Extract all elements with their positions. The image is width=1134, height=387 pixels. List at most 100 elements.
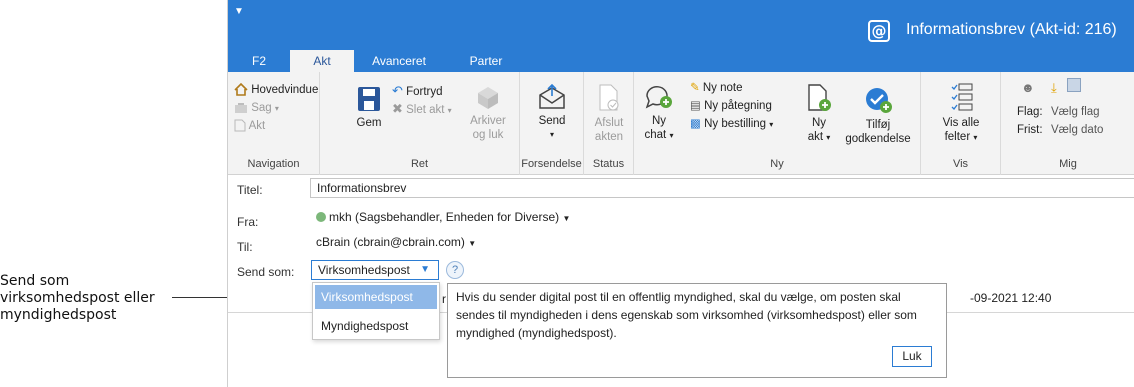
save-icon	[358, 87, 380, 111]
arkiver-button[interactable]: Arkiver og luk	[466, 84, 510, 142]
tab-akt[interactable]: Akt	[290, 50, 354, 72]
titel-input[interactable]: Informationsbrev	[310, 178, 1134, 198]
akt-button[interactable]: Akt	[234, 118, 265, 135]
group-ny: Ny chat ▾ ✎ Ny note ▤ Ny påtegning ▩ Ny …	[634, 72, 921, 175]
chevron-down-icon[interactable]: ▼	[420, 261, 430, 279]
ny-paategning-label: Ny påtegning	[704, 100, 772, 112]
archive-icon	[478, 87, 498, 109]
slet-akt-label: Slet akt	[406, 104, 445, 116]
til-dropdown-icon[interactable]: ▼	[468, 239, 476, 248]
group-label-ret: Ret	[410, 158, 429, 170]
list-fields-icon	[951, 83, 973, 111]
callout-line-3: myndighedspost	[0, 307, 117, 323]
fra-dropdown-icon[interactable]: ▼	[562, 214, 570, 223]
send-som-label: Send som:	[237, 265, 295, 279]
delete-icon: ✖	[392, 101, 403, 116]
window-title: Informationsbrev (Akt-id: 216)	[906, 21, 1117, 38]
group-label-mig: Mig	[1059, 158, 1077, 170]
finish-document-icon	[599, 84, 619, 111]
frist-label: Frist:	[1017, 124, 1043, 136]
send-som-dropdown: Virksomhedspost Myndighedspost	[312, 282, 440, 340]
callout-line-2: virksomhedspost eller	[0, 290, 155, 306]
note-icon: ✎	[690, 82, 700, 94]
group-forsendelse: Send ▾ Forsendelse	[520, 72, 584, 175]
vis-alle-label-2: felter	[944, 131, 971, 143]
tilfoej-godkendelse-button[interactable]: Tilføj godkendelse	[840, 86, 916, 146]
til-field[interactable]: cBrain (cbrain@cbrain.com) ▼	[310, 233, 1134, 253]
ny-akt-label-2: akt	[807, 131, 824, 143]
ny-paategning-button[interactable]: ▤ Ny påtegning	[690, 98, 772, 115]
ny-akt-button[interactable]: Ny akt ▾	[804, 84, 834, 145]
date-picker[interactable]: Vælg dato	[1051, 122, 1103, 139]
afslut-label-1: Afslut	[594, 117, 624, 129]
fra-label: Fra:	[237, 215, 259, 229]
send-label: Send	[538, 115, 566, 127]
send-som-select[interactable]: Virksomhedspost ▼	[311, 260, 439, 280]
afslut-akten-button[interactable]: Afslut akten	[588, 84, 630, 144]
flag-picker[interactable]: Vælg flag	[1051, 104, 1100, 121]
arkiver-label-2: og luk	[472, 129, 504, 141]
til-label: Til:	[237, 240, 253, 254]
luk-button[interactable]: Luk	[892, 346, 932, 367]
download-icon[interactable]: ⤓	[1051, 80, 1057, 96]
ny-note-button[interactable]: ✎ Ny note	[690, 80, 742, 97]
callout-line-1: Send som	[0, 273, 70, 289]
arkiver-label-1: Arkiver	[470, 115, 506, 127]
tab-parter[interactable]: Parter	[456, 50, 516, 72]
callout-annotation: Send som virksomhedspost eller myndighed…	[0, 273, 170, 324]
akt-label: Akt	[248, 120, 266, 132]
sag-label: Sag	[251, 102, 272, 114]
new-document-icon	[808, 84, 831, 111]
fra-field[interactable]: mkh (Sagsbehandler, Enheden for Diverse)…	[310, 208, 1134, 228]
case-icon	[235, 102, 247, 113]
hovedvindue-button[interactable]: Hovedvindue	[234, 82, 318, 99]
afslut-label-2: akten	[594, 131, 624, 143]
document-icon	[234, 119, 246, 132]
chat-icon	[645, 86, 672, 109]
slet-akt-button[interactable]: ✖ Slet akt ▾	[392, 100, 452, 117]
vis-alle-felter-button[interactable]: Vis alle felter ▾	[935, 82, 987, 145]
app-logo-icon: @	[868, 20, 890, 42]
til-value: cBrain (cbrain@cbrain.com)	[316, 235, 465, 249]
group-navigation: Hovedvindue Sag ▾ Akt Navigation	[228, 72, 320, 175]
group-label-status: Status	[592, 158, 625, 170]
person-icon: ☻	[1021, 80, 1035, 95]
ny-bestilling-button[interactable]: ▩ Ny bestilling ▾	[690, 116, 773, 133]
tilfoej-label-1: Tilføj	[865, 119, 891, 131]
fra-value: mkh (Sagsbehandler, Enheden for Diverse)	[329, 210, 560, 224]
option-virksomhedspost[interactable]: Virksomhedspost	[315, 285, 437, 309]
group-ret: Gem ↶ Fortryd ✖ Slet akt ▾ Arkiver og lu…	[320, 72, 520, 175]
sag-button[interactable]: Sag ▾	[234, 100, 279, 117]
ny-chat-label-2: chat	[644, 129, 667, 141]
tab-avanceret[interactable]: Avanceret	[364, 50, 434, 72]
send-som-value: Virksomhedspost	[318, 263, 410, 277]
background-date: -09-2021 12:40	[970, 291, 1052, 305]
group-mig: ☻ ⤓ Flag: Vælg flag Frist: Vælg dato Mig	[1001, 72, 1134, 175]
ny-chat-label-1: Ny	[651, 115, 667, 127]
flag-label: Flag:	[1017, 106, 1043, 118]
undo-icon: ↶	[392, 83, 403, 98]
gem-button[interactable]: Gem	[354, 86, 384, 130]
group-status: Afslut akten Status	[584, 72, 634, 175]
send-button[interactable]: Send ▾	[528, 83, 576, 142]
group-label-vis: Vis	[952, 158, 969, 170]
ribbon: Hovedvindue Sag ▾ Akt Navigation Gem ↶ F…	[228, 72, 1134, 175]
group-label-navigation: Navigation	[247, 158, 300, 170]
calendar-icon[interactable]	[1067, 78, 1081, 92]
ny-bestilling-label: Ny bestilling	[704, 118, 767, 130]
ny-akt-label-1: Ny	[811, 117, 827, 129]
group-label-forsendelse: Forsendelse	[521, 158, 582, 170]
help-icon[interactable]: ?	[446, 261, 464, 279]
quick-access-dropdown-icon[interactable]: ▼	[234, 6, 244, 17]
tooltip-text: Hvis du sender digital post til en offen…	[456, 290, 917, 340]
fortryd-button[interactable]: ↶ Fortryd	[392, 82, 443, 99]
tab-f2[interactable]: F2	[228, 50, 290, 72]
tilfoej-label-2: godkendelse	[845, 133, 911, 145]
titel-label: Titel:	[237, 183, 263, 197]
presence-status-icon	[316, 212, 326, 222]
background-text-fragment: r	[442, 292, 446, 306]
help-tooltip: Hvis du sender digital post til en offen…	[447, 283, 947, 378]
annotation-icon: ▤	[690, 100, 701, 112]
ny-chat-button[interactable]: Ny chat ▾	[640, 84, 678, 143]
option-myndighedspost[interactable]: Myndighedspost	[315, 314, 437, 338]
